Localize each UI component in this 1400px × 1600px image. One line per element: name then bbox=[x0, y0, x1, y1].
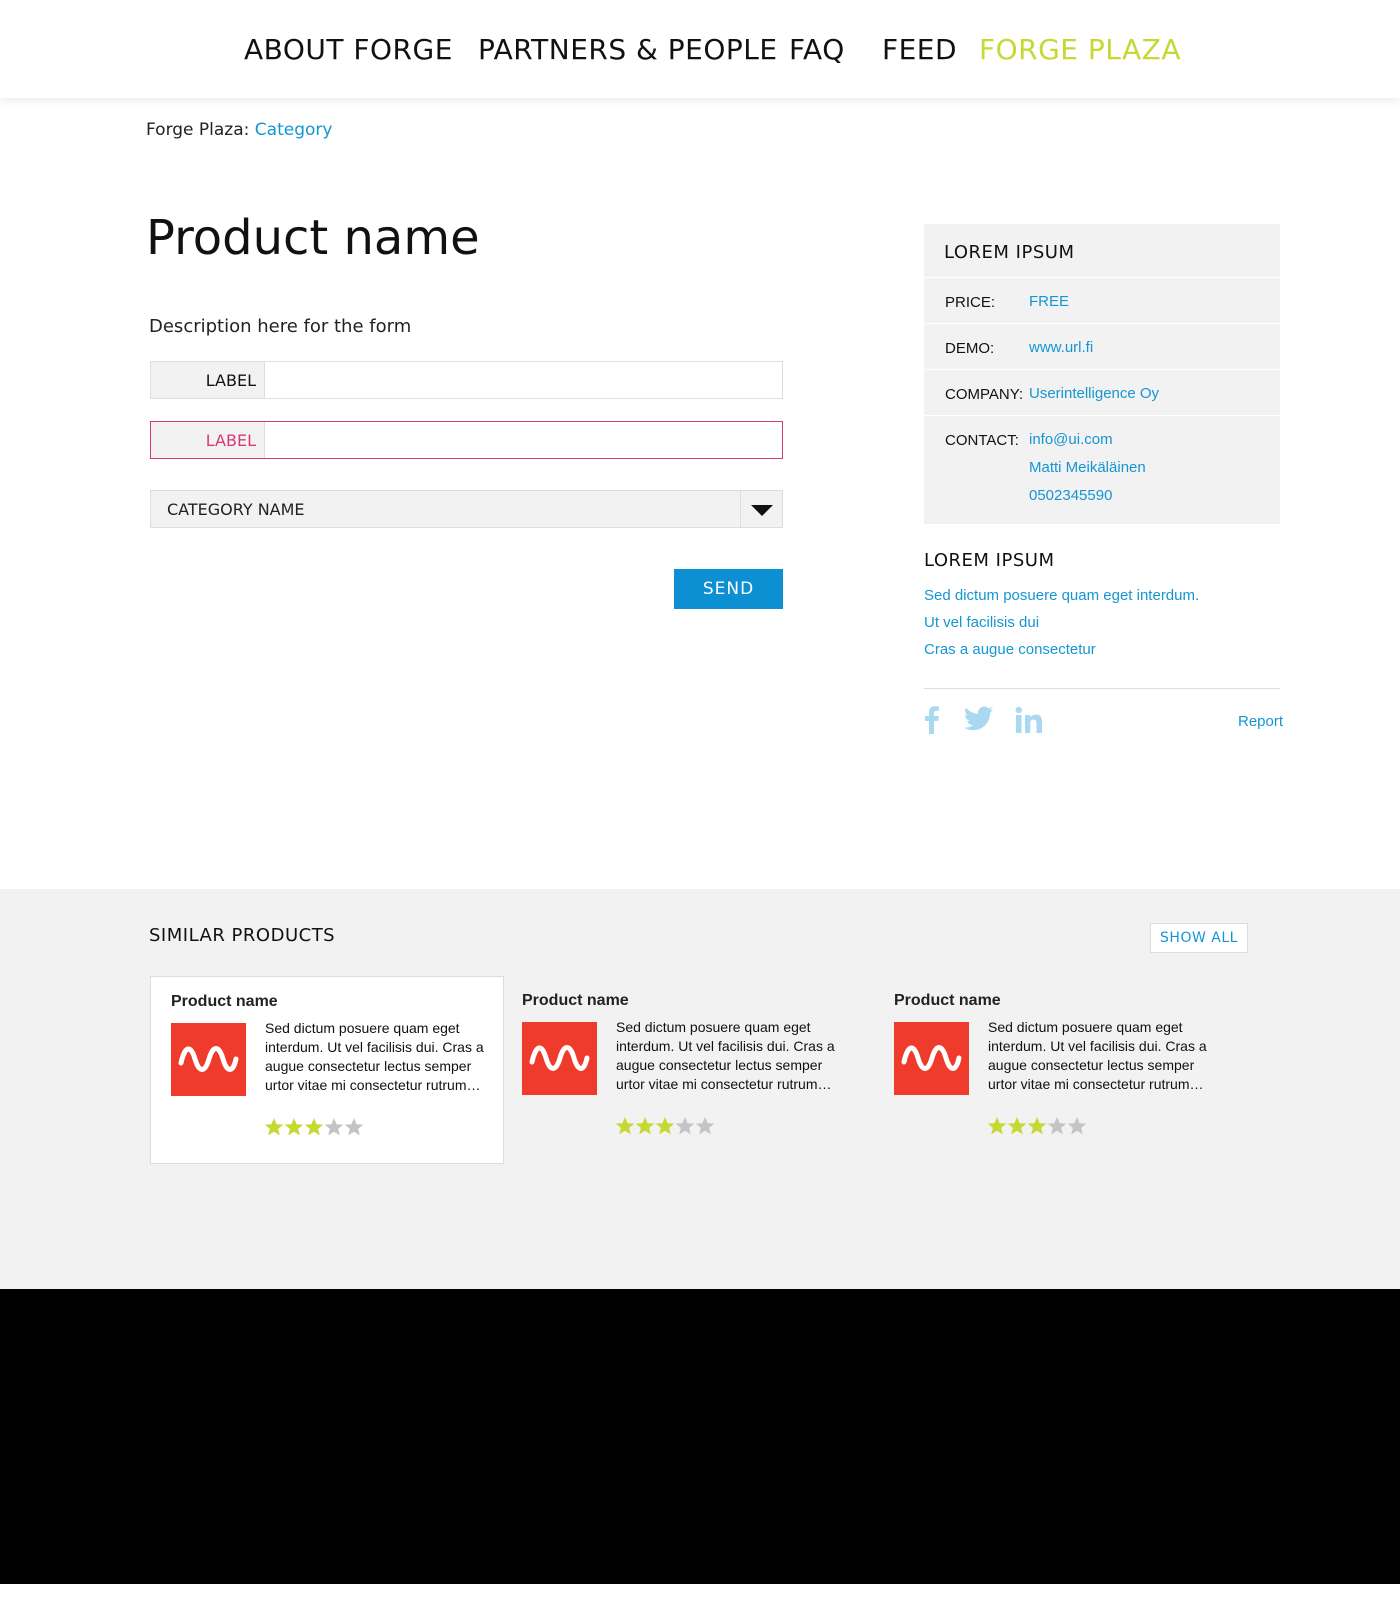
product-card-description: Sed dictum posuere quam eget interdum. U… bbox=[616, 1019, 835, 1092]
star-icon bbox=[675, 1117, 695, 1135]
form-description: Description here for the form bbox=[149, 316, 412, 337]
similar-products-title: SIMILAR PRODUCTS bbox=[149, 925, 336, 946]
product-thumbnail bbox=[171, 1023, 246, 1096]
nav-partners-people[interactable]: PARTNERS & PEOPLE bbox=[478, 30, 778, 70]
product-thumbnail bbox=[522, 1022, 597, 1095]
star-icon bbox=[324, 1118, 344, 1136]
info-row-contact: CONTACT: info@ui.com Matti Meikäläinen 0… bbox=[924, 415, 1280, 524]
star-icon bbox=[987, 1117, 1007, 1135]
info-row-company: COMPANY: Userintelligence Oy bbox=[924, 369, 1280, 415]
send-button[interactable]: SEND bbox=[674, 569, 783, 609]
star-icon bbox=[1047, 1117, 1067, 1135]
product-card-description: Sed dictum posuere quam eget interdum. U… bbox=[265, 1020, 484, 1093]
demo-link[interactable]: www.url.fi bbox=[1029, 339, 1093, 356]
info-key: COMPANY: bbox=[945, 386, 1024, 403]
star-icon bbox=[284, 1118, 304, 1136]
sidebar-link[interactable]: Cras a augue consectetur bbox=[924, 641, 1096, 658]
product-thumbnail bbox=[894, 1022, 969, 1095]
linkedin-icon[interactable] bbox=[1015, 706, 1043, 738]
page-title: Product name bbox=[146, 210, 480, 266]
nav-feed[interactable]: FEED bbox=[882, 30, 957, 70]
similar-products-section: SIMILAR PRODUCTS SHOW ALL Product name S… bbox=[0, 889, 1400, 1289]
sidebar-title: LOREM IPSUM bbox=[924, 550, 1055, 571]
nav-about-forge[interactable]: ABOUT FORGE bbox=[244, 30, 453, 70]
star-icon bbox=[615, 1117, 635, 1135]
star-icon bbox=[695, 1117, 715, 1135]
product-card-name: Product name bbox=[171, 993, 278, 1010]
breadcrumb: Forge Plaza: Category bbox=[146, 120, 332, 140]
info-key: DEMO: bbox=[945, 340, 995, 357]
chevron-down-icon[interactable] bbox=[740, 491, 782, 527]
star-icon bbox=[1067, 1117, 1087, 1135]
report-link[interactable]: Report bbox=[1238, 713, 1283, 730]
info-key: PRICE: bbox=[945, 294, 996, 311]
contact-email-link[interactable]: info@ui.com bbox=[1029, 431, 1113, 448]
contact-phone-link[interactable]: 0502345590 bbox=[1029, 487, 1112, 504]
twitter-icon[interactable] bbox=[964, 706, 994, 736]
category-select-value: CATEGORY NAME bbox=[167, 500, 305, 519]
star-icon bbox=[264, 1118, 284, 1136]
star-icon bbox=[655, 1117, 675, 1135]
star-icon bbox=[1007, 1117, 1027, 1135]
nav-forge-plaza[interactable]: FORGE PLAZA bbox=[979, 30, 1181, 70]
rating-stars bbox=[264, 1117, 364, 1141]
sidebar-divider bbox=[924, 688, 1280, 689]
star-icon bbox=[635, 1117, 655, 1135]
facebook-icon[interactable] bbox=[922, 706, 942, 738]
star-icon bbox=[304, 1118, 324, 1136]
footer bbox=[0, 1289, 1400, 1584]
form-field-1-label: LABEL bbox=[151, 362, 265, 398]
product-card-description: Sed dictum posuere quam eget interdum. U… bbox=[988, 1019, 1207, 1092]
sidebar-link[interactable]: Sed dictum posuere quam eget interdum. bbox=[924, 587, 1199, 604]
star-icon bbox=[1027, 1117, 1047, 1135]
product-card[interactable]: Product name Sed dictum posuere quam ege… bbox=[150, 976, 504, 1164]
info-key: CONTACT: bbox=[945, 432, 1019, 449]
price-value: FREE bbox=[1029, 293, 1070, 310]
company-link[interactable]: Userintelligence Oy bbox=[1029, 385, 1159, 402]
show-all-button[interactable]: SHOW ALL bbox=[1150, 923, 1248, 953]
rating-stars bbox=[987, 1116, 1087, 1140]
top-navigation: ABOUT FORGE PARTNERS & PEOPLE FAQ FEED F… bbox=[0, 0, 1400, 98]
product-card[interactable]: Product name Sed dictum posuere quam ege… bbox=[874, 976, 1228, 1164]
category-select[interactable]: CATEGORY NAME bbox=[150, 490, 783, 528]
product-info-box: LOREM IPSUM PRICE: FREE DEMO: www.url.fi… bbox=[924, 224, 1280, 524]
form-field-1: LABEL bbox=[150, 361, 783, 399]
info-row-price: PRICE: FREE bbox=[924, 277, 1280, 323]
product-card-name: Product name bbox=[522, 992, 629, 1009]
form-field-2-label: LABEL bbox=[151, 422, 265, 458]
breadcrumb-category-link[interactable]: Category bbox=[255, 120, 333, 140]
product-card[interactable]: Product name Sed dictum posuere quam ege… bbox=[502, 976, 856, 1164]
breadcrumb-prefix: Forge Plaza: bbox=[146, 120, 250, 140]
nav-faq[interactable]: FAQ bbox=[789, 30, 845, 70]
info-row-demo: DEMO: www.url.fi bbox=[924, 323, 1280, 369]
form-field-2-error: LABEL bbox=[150, 421, 783, 459]
info-box-title: LOREM IPSUM bbox=[944, 242, 1075, 263]
star-icon bbox=[344, 1118, 364, 1136]
sidebar-link[interactable]: Ut vel facilisis dui bbox=[924, 614, 1039, 631]
product-card-name: Product name bbox=[894, 992, 1001, 1009]
contact-name-link[interactable]: Matti Meikäläinen bbox=[1029, 459, 1146, 476]
form-field-1-input[interactable] bbox=[265, 362, 782, 398]
form-field-2-input[interactable] bbox=[265, 422, 782, 458]
rating-stars bbox=[615, 1116, 715, 1140]
